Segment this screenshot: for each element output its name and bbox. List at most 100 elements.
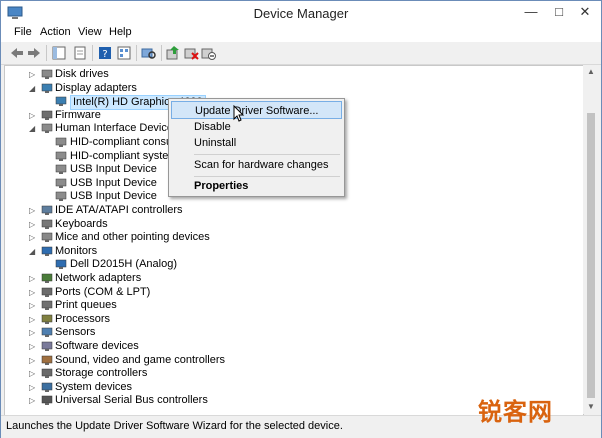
window-title: Device Manager — [253, 6, 349, 21]
update-driver-icon[interactable] — [165, 45, 181, 61]
tree-item-label: Network adapters — [55, 272, 142, 284]
tree-item[interactable]: ▷ Ports (COM & LPT) — [5, 286, 575, 299]
menu-item-update-driver[interactable]: Update Driver Software... — [171, 101, 342, 119]
tree-item-label: System devices — [55, 380, 133, 393]
tree-item-label: Dell D2015H (Analog) — [70, 258, 177, 271]
scroll-up-icon[interactable]: ▲ — [583, 65, 599, 79]
tree-item-label: Mice and other pointing devices — [55, 231, 210, 244]
menu-item-label: Scan for hardware changes — [194, 159, 329, 171]
expand-arrow-icon[interactable]: ▷ — [29, 354, 37, 367]
menu-help[interactable]: Help — [109, 26, 132, 38]
hid-icon — [55, 192, 67, 202]
menu-file[interactable]: File — [14, 26, 32, 38]
tree-item[interactable]: ▷ Sound, video and game controllers — [5, 354, 575, 367]
tree-item-label: Display adapters — [55, 81, 137, 94]
minimize-button[interactable]: — — [517, 1, 545, 23]
tree-item-label: Universal Serial Bus controllers — [55, 394, 208, 407]
sound-icon — [41, 355, 53, 365]
menu-view[interactable]: View — [78, 26, 102, 38]
menu-bar: File Action View Help — [1, 26, 601, 42]
tree-item-label: Firmware — [55, 108, 101, 121]
forward-arrow-icon[interactable] — [26, 45, 42, 61]
expand-arrow-icon[interactable]: ▷ — [29, 299, 37, 312]
expand-arrow-icon[interactable]: ▷ — [29, 272, 37, 285]
expand-arrow-icon[interactable]: ▷ — [29, 367, 37, 380]
disk-icon — [41, 69, 53, 79]
display-icon — [55, 96, 67, 107]
show-hide-console-tree-icon[interactable] — [51, 45, 67, 61]
monitor-icon — [41, 246, 53, 256]
network-icon — [41, 273, 53, 283]
tree-item[interactable]: ◢ Display adapters — [5, 82, 575, 95]
menu-item-uninstall[interactable]: Uninstall — [171, 134, 342, 152]
uninstall-device-icon[interactable] — [183, 45, 199, 61]
menu-item-scan-hardware[interactable]: Scan for hardware changes — [171, 156, 342, 174]
tree-item-label: USB Input Device — [70, 163, 157, 176]
tree-item[interactable]: Dell D2015H (Analog) — [5, 258, 575, 271]
tree-item-label: Monitors — [55, 244, 98, 257]
close-button[interactable]: ✕ — [571, 1, 599, 23]
tree-item[interactable]: ▷ IDE ATA/ATAPI controllers — [5, 204, 575, 217]
tree-item-label: Ports (COM & LPT) — [55, 285, 151, 298]
sensor-icon — [41, 328, 53, 338]
monitor-icon — [55, 260, 67, 270]
hid-icon — [55, 137, 67, 147]
tree-item[interactable]: ▷ Sensors — [5, 326, 575, 339]
disable-device-icon[interactable] — [200, 45, 216, 61]
tree-item[interactable]: ▷ Mice and other pointing devices — [5, 231, 575, 244]
expand-arrow-icon[interactable]: ▷ — [29, 286, 37, 299]
scroll-down-icon[interactable]: ▼ — [583, 400, 599, 414]
expand-arrow-icon[interactable]: ▷ — [29, 394, 37, 407]
tree-item[interactable]: ▷ Storage controllers — [5, 367, 575, 380]
toolbar-separator — [92, 45, 93, 61]
tree-item-label: USB Input Device — [70, 190, 157, 203]
tree-item[interactable]: ◢ Monitors — [5, 245, 575, 258]
mouse-icon — [41, 232, 53, 243]
menu-action[interactable]: Action — [40, 26, 71, 38]
storage-icon — [41, 368, 53, 379]
collapse-arrow-icon[interactable]: ◢ — [29, 245, 37, 258]
expand-arrow-icon[interactable]: ▷ — [29, 381, 37, 394]
expand-arrow-icon[interactable]: ▷ — [29, 109, 37, 122]
tree-item-label: Storage controllers — [55, 367, 148, 380]
tree-item-label: USB Input Device — [70, 176, 157, 189]
device-manager-window: Device Manager — □ ✕ File Action View He… — [0, 0, 602, 438]
expand-arrow-icon[interactable]: ▷ — [29, 204, 37, 217]
title-bar[interactable]: Device Manager — □ ✕ — [1, 1, 601, 26]
tree-item-label: Disk drives — [55, 68, 109, 80]
help-icon[interactable]: ? — [97, 45, 113, 61]
scrollbar-thumb[interactable] — [587, 113, 595, 398]
tree-item[interactable]: ▷ Print queues — [5, 299, 575, 312]
system-icon — [41, 382, 53, 392]
hid-icon — [55, 178, 67, 188]
expand-arrow-icon[interactable]: ▷ — [29, 326, 37, 339]
view-icon[interactable] — [116, 45, 132, 61]
menu-item-label: Properties — [194, 180, 249, 192]
tree-item[interactable]: ▷ Software devices — [5, 340, 575, 353]
back-arrow-icon[interactable] — [9, 45, 25, 61]
maximize-button[interactable]: □ — [545, 1, 573, 23]
expand-arrow-icon[interactable]: ▷ — [29, 68, 37, 81]
expand-arrow-icon[interactable]: ▷ — [29, 340, 37, 353]
menu-item-label: Uninstall — [194, 137, 237, 149]
collapse-arrow-icon[interactable]: ◢ — [29, 82, 37, 95]
hid-icon — [55, 151, 67, 161]
properties-page-icon[interactable] — [72, 45, 88, 61]
tree-item[interactable]: ▷ Disk drives — [5, 68, 575, 81]
expand-arrow-icon[interactable]: ▷ — [29, 231, 37, 244]
collapse-arrow-icon[interactable]: ◢ — [29, 122, 37, 135]
tree-item[interactable]: ▷ Keyboards — [5, 218, 575, 231]
watermark-logo: 锐客网 — [478, 398, 553, 426]
vertical-scrollbar[interactable]: ▲ ▼ — [583, 65, 599, 414]
expand-arrow-icon[interactable]: ▷ — [29, 313, 37, 326]
menu-separator — [194, 154, 340, 155]
toolbar-separator — [46, 45, 47, 61]
expand-arrow-icon[interactable]: ▷ — [29, 218, 37, 231]
usb-icon — [41, 396, 53, 406]
tree-item[interactable]: ▷ Network adapters — [5, 272, 575, 285]
hid-icon — [55, 164, 67, 175]
scan-hardware-icon[interactable] — [141, 45, 157, 61]
menu-item-properties[interactable]: Properties — [171, 177, 342, 195]
tree-item[interactable]: ▷ Processors — [5, 313, 575, 326]
toolbar-separator — [161, 45, 162, 61]
